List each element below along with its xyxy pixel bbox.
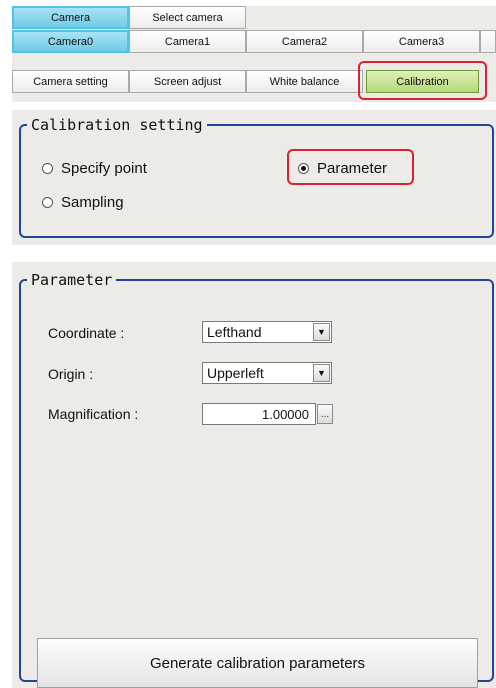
tab-camera3[interactable]: Camera3 [363,30,480,53]
tab-white-balance[interactable]: White balance [246,70,363,93]
tab-select-camera[interactable]: Select camera [129,6,246,29]
dropdown-arrow-icon[interactable]: ▼ [313,364,330,382]
calibration-setting-panel: Calibration setting Specify point Sampli… [12,110,496,245]
coordinate-select[interactable]: Lefthand ▼ [202,321,332,343]
tab-camera0[interactable]: Camera0 [12,30,129,53]
tab-camera-setting[interactable]: Camera setting [12,70,129,93]
magnification-label: Magnification : [48,406,139,422]
coordinate-value: Lefthand [207,324,262,340]
camera-tab-strip: Camera Select camera Camera0 Camera1 Cam… [12,6,496,102]
tab-camera2[interactable]: Camera2 [246,30,363,53]
parameter-option-highlight [287,149,414,185]
origin-label: Origin : [48,366,94,382]
calibration-tab-highlight [358,61,487,100]
coordinate-label: Coordinate : [48,325,125,341]
radio-unchecked-icon [42,163,53,174]
origin-value: Upperleft [207,365,264,381]
calibration-setting-title: Calibration setting [27,115,207,135]
radio-specify-point[interactable]: Specify point [42,160,147,177]
tab-overflow[interactable] [480,30,496,53]
origin-select[interactable]: Upperleft ▼ [202,362,332,384]
radio-specify-point-label: Specify point [61,160,147,177]
calibration-setting-group: Calibration setting [19,115,494,238]
magnification-input[interactable]: 1.00000 [202,403,316,425]
radio-sampling[interactable]: Sampling [42,194,124,211]
parameter-title: Parameter [27,270,117,290]
tab-camera1[interactable]: Camera1 [129,30,246,53]
magnification-edit-button[interactable]: ... [317,404,333,424]
radio-unchecked-icon [42,197,53,208]
dropdown-arrow-icon[interactable]: ▼ [313,323,330,341]
tab-camera[interactable]: Camera [12,6,129,29]
radio-sampling-label: Sampling [61,194,124,211]
parameter-panel: Parameter Coordinate : Lefthand ▼ Origin… [12,262,496,688]
generate-calibration-button[interactable]: Generate calibration parameters [37,638,478,688]
tab-screen-adjust[interactable]: Screen adjust [129,70,246,93]
